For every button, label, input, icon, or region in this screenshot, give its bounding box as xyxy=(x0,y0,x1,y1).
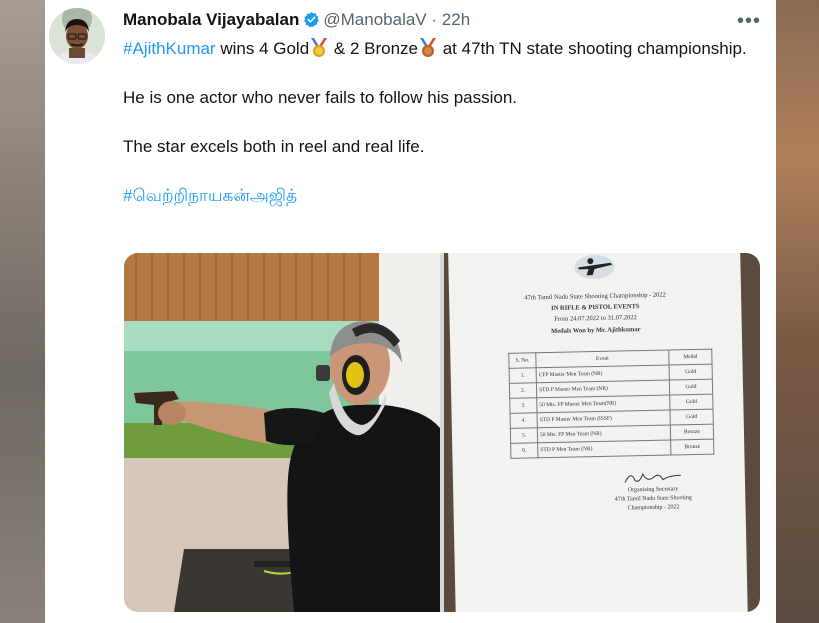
header-sno: S. No. xyxy=(508,352,537,369)
more-options-icon[interactable]: ••• xyxy=(737,10,761,33)
row-medal: Gold xyxy=(669,409,714,425)
signature-line-3: Championship - 2022 xyxy=(627,504,680,512)
tweet-text-part-b: & 2 Bronze xyxy=(329,39,418,58)
avatar[interactable] xyxy=(49,8,105,64)
hashtag-ajithkumar[interactable]: #AjithKumar xyxy=(123,39,216,58)
row-medal: Bronze xyxy=(670,439,714,455)
tweet-paragraph-2: He is one actor who never fails to follo… xyxy=(123,88,518,107)
signature-block: Organising Secretary 47th Tamil Nadu Sta… xyxy=(593,485,714,515)
certificate-photo[interactable]: 47th Tamil Nadu State Shooting Champions… xyxy=(444,253,760,612)
signature-icon xyxy=(624,472,681,483)
author-name[interactable]: Manobala Vijayabalan xyxy=(123,10,299,29)
gold-medal-icon xyxy=(311,38,328,58)
certificate-medals-heading: Medals Won by Mr. Ajithkumar xyxy=(551,326,641,335)
medals-table: S. No. Event Medal 1. CFP Master Men Team… xyxy=(508,349,714,459)
hashtag-tamil[interactable]: #வெற்றிநாயகன்அஜித் xyxy=(123,183,753,208)
separator-dot: · xyxy=(431,10,438,29)
certificate-dates: From 24.07.2022 to 31.07.2022 xyxy=(554,314,637,323)
row-medal: Gold xyxy=(669,364,713,380)
tweet-card[interactable]: Manobala Vijayabalan @ManobalaV · 22h •••… xyxy=(45,0,776,623)
tweet-timestamp[interactable]: 22h xyxy=(442,10,470,29)
row-sno: 6. xyxy=(510,442,538,459)
shooting-club-logo-icon xyxy=(574,255,615,280)
certificate-document: 47th Tamil Nadu State Shooting Champions… xyxy=(448,253,748,612)
tweet-line-1: #AjithKumar wins 4 Gold & 2 Bronze at 47… xyxy=(123,36,753,61)
row-sno: 1. xyxy=(509,367,537,384)
shooting-photo[interactable] xyxy=(124,253,440,612)
row-sno: 4. xyxy=(510,412,538,429)
header-medal: Medal xyxy=(668,349,713,365)
tweet-body: #AjithKumar wins 4 Gold & 2 Bronze at 47… xyxy=(123,36,753,208)
tweet-text-part-a: wins 4 Gold xyxy=(215,39,310,58)
table-row: 6. STD P Men Team (NR) Bronze xyxy=(510,439,714,459)
row-sno: 3. xyxy=(509,397,538,414)
tweet-text-part-c: at 47th TN state shooting championship. xyxy=(437,39,747,58)
bronze-medal-icon xyxy=(419,38,436,58)
row-event: STD P Men Team (NR) xyxy=(537,439,671,458)
row-medal: Gold xyxy=(669,379,713,395)
verified-badge-icon xyxy=(303,11,320,28)
background-left xyxy=(0,0,45,623)
row-medal: Bronze xyxy=(670,424,714,440)
tweet-media[interactable]: 47th Tamil Nadu State Shooting Champions… xyxy=(124,253,760,612)
row-sno: 5. xyxy=(510,427,538,444)
row-sno: 2. xyxy=(509,382,537,399)
tweet-header: Manobala Vijayabalan @ManobalaV · 22h xyxy=(123,9,470,31)
tweet-paragraph-3: The star excels both in reel and real li… xyxy=(123,137,425,156)
row-medal: Gold xyxy=(669,394,713,410)
background-right xyxy=(776,0,819,623)
author-handle[interactable]: @ManobalaV xyxy=(323,10,426,29)
